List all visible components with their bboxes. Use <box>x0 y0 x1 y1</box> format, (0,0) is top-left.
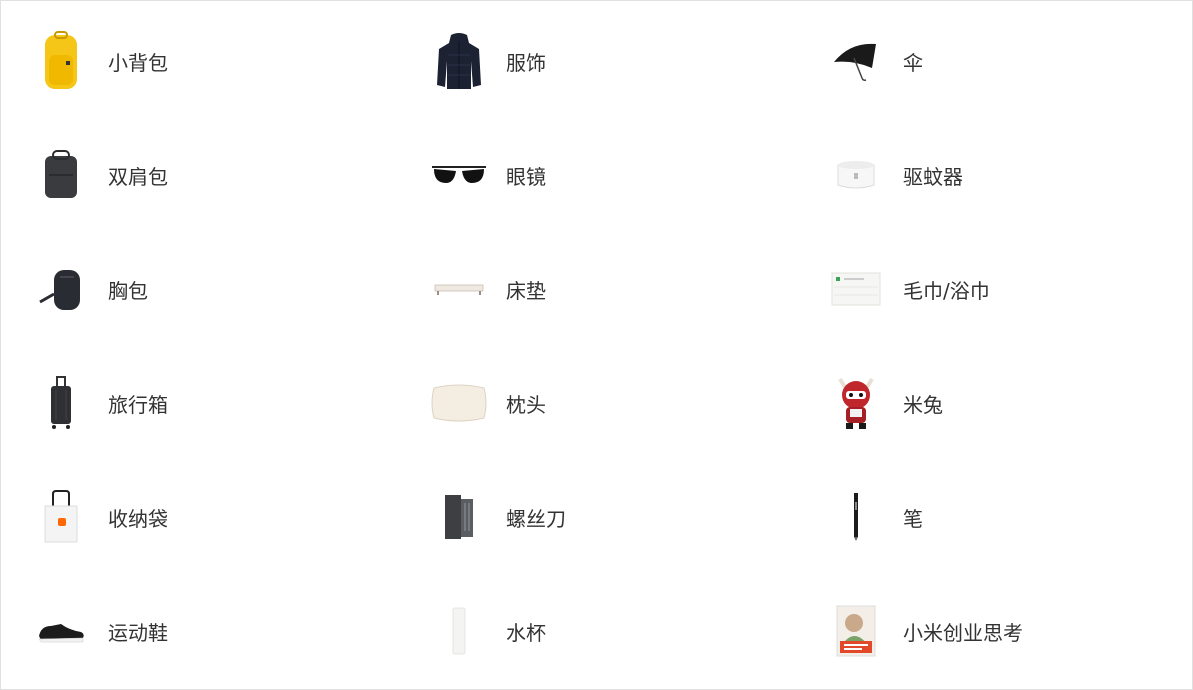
category-item-pen[interactable]: 笔 <box>796 482 1176 552</box>
category-label: 收纳袋 <box>108 506 168 531</box>
yellow-backpack-icon <box>31 31 91 91</box>
dark-backpack-icon <box>31 145 91 205</box>
category-label: 螺丝刀 <box>506 506 566 531</box>
category-label: 胸包 <box>108 278 148 303</box>
sneaker-icon <box>31 601 91 661</box>
category-label: 双肩包 <box>108 164 168 189</box>
category-label: 驱蚊器 <box>903 164 963 189</box>
towel-icon <box>826 259 886 319</box>
category-label: 旅行箱 <box>108 392 168 417</box>
mosquito-repeller-icon <box>826 145 886 205</box>
screwdriver-kit-icon <box>429 487 489 547</box>
category-label: 小背包 <box>108 50 168 75</box>
sunglasses-icon <box>429 145 489 205</box>
mitu-bunny-icon <box>826 373 886 433</box>
water-bottle-icon <box>429 601 489 661</box>
category-label: 毛巾/浴巾 <box>903 278 990 303</box>
category-item-suitcase[interactable]: 旅行箱 <box>1 368 381 438</box>
category-label: 笔 <box>903 506 923 531</box>
category-item-chest-bag[interactable]: 胸包 <box>1 254 381 324</box>
category-item-water-bottle[interactable]: 水杯 <box>399 596 779 666</box>
category-item-glasses[interactable]: 眼镜 <box>399 140 779 210</box>
category-item-sneakers[interactable]: 运动鞋 <box>1 596 381 666</box>
category-item-towel[interactable]: 毛巾/浴巾 <box>796 254 1176 324</box>
umbrella-icon <box>826 31 886 91</box>
category-item-book[interactable]: 小米创业思考 <box>796 596 1176 666</box>
category-grid: 小背包 双肩包 胸包 旅行箱 收纳袋 运动鞋 服饰 眼镜 床垫 枕头 螺丝刀 水… <box>1 1 1192 689</box>
category-label: 服饰 <box>506 50 546 75</box>
category-item-storage-bag[interactable]: 收纳袋 <box>1 482 381 552</box>
chest-bag-icon <box>31 259 91 319</box>
category-item-pillow[interactable]: 枕头 <box>399 368 779 438</box>
category-item-apparel[interactable]: 服饰 <box>399 26 779 96</box>
category-label: 伞 <box>903 50 923 75</box>
category-label: 水杯 <box>506 620 546 645</box>
category-item-small-backpack[interactable]: 小背包 <box>1 26 381 96</box>
category-label: 眼镜 <box>506 164 546 189</box>
suitcase-icon <box>31 373 91 433</box>
category-label: 床垫 <box>506 278 546 303</box>
mattress-icon <box>429 259 489 319</box>
down-jacket-icon <box>429 31 489 91</box>
category-label: 运动鞋 <box>108 620 168 645</box>
pen-icon <box>826 487 886 547</box>
book-icon <box>826 601 886 661</box>
pillow-icon <box>429 373 489 433</box>
category-item-mosquito-repeller[interactable]: 驱蚊器 <box>796 140 1176 210</box>
tote-bag-icon <box>31 487 91 547</box>
category-item-umbrella[interactable]: 伞 <box>796 26 1176 96</box>
category-label: 米兔 <box>903 392 943 417</box>
category-label: 枕头 <box>506 392 546 417</box>
category-item-backpack[interactable]: 双肩包 <box>1 140 381 210</box>
category-menu-panel: 小背包 双肩包 胸包 旅行箱 收纳袋 运动鞋 服饰 眼镜 床垫 枕头 螺丝刀 水… <box>0 0 1193 690</box>
category-item-mattress[interactable]: 床垫 <box>399 254 779 324</box>
category-item-mitu[interactable]: 米兔 <box>796 368 1176 438</box>
category-label: 小米创业思考 <box>903 620 1023 645</box>
category-item-screwdriver[interactable]: 螺丝刀 <box>399 482 779 552</box>
